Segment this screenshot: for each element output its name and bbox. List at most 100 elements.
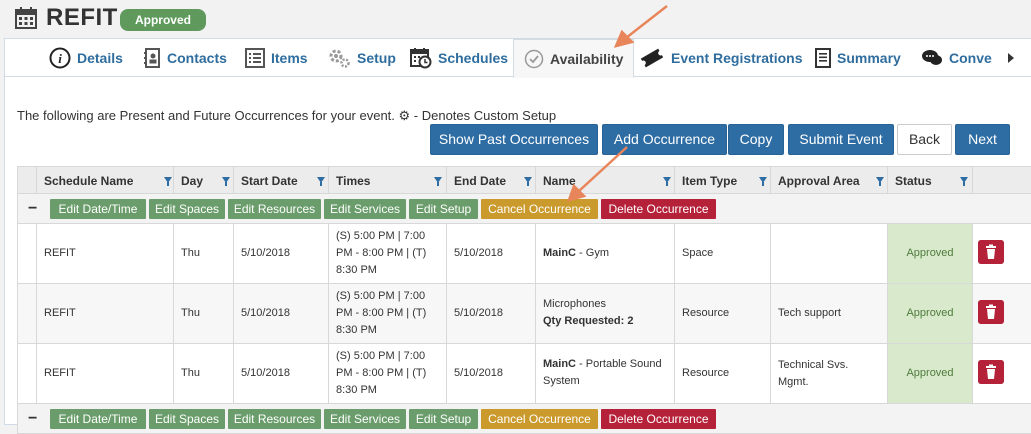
table-row[interactable]: REFIT Thu 5/10/2018 (S) 5:00 PM | 7:00 P… bbox=[17, 224, 1031, 284]
submit-event-button[interactable]: Submit Event bbox=[788, 124, 894, 155]
edit-spaces-button[interactable]: Edit Spaces bbox=[149, 199, 225, 219]
edit-services-button[interactable]: Edit Services bbox=[324, 409, 406, 429]
column-header-item-type[interactable]: Item Type bbox=[674, 167, 770, 195]
tab-conversations[interactable]: Conve bbox=[921, 39, 992, 77]
filter-icon[interactable] bbox=[317, 177, 325, 186]
info-text: The following are Present and Future Occ… bbox=[17, 108, 557, 123]
add-occurrence-button[interactable]: Add Occurrence bbox=[602, 124, 727, 155]
column-label: Schedule Name bbox=[44, 174, 134, 188]
filter-icon[interactable] bbox=[663, 177, 671, 186]
column-label: Day bbox=[181, 174, 204, 188]
column-header-name[interactable]: Name bbox=[535, 167, 674, 195]
approval-area-cell: Technical Svs. Mgmt. bbox=[770, 344, 887, 403]
column-label: Item Type bbox=[682, 174, 738, 188]
column-header-times[interactable]: Times bbox=[328, 167, 446, 195]
day-cell: Thu bbox=[173, 284, 233, 343]
back-button[interactable]: Back bbox=[897, 124, 952, 155]
check-circle-icon bbox=[524, 49, 544, 69]
copy-button[interactable]: Copy bbox=[728, 124, 784, 155]
filter-icon[interactable] bbox=[876, 177, 884, 186]
name-cell: MainC - Portable Sound System bbox=[535, 344, 674, 403]
collapse-icon[interactable]: − bbox=[28, 200, 37, 218]
column-header-schedule-name[interactable]: Schedule Name bbox=[36, 167, 173, 195]
status-cell: Approved bbox=[887, 284, 972, 343]
edit-date-time-button[interactable]: Edit Date/Time bbox=[50, 409, 146, 429]
event-panel: i Details Contacts Items Setup Schedules… bbox=[4, 38, 1031, 434]
delete-occurrence-button[interactable]: Delete Occurrence bbox=[601, 409, 716, 429]
contacts-icon bbox=[143, 48, 161, 68]
cancel-occurrence-button[interactable]: Cancel Occurrence bbox=[481, 409, 598, 429]
tab-availability[interactable]: Availability bbox=[513, 39, 635, 78]
approval-area-cell: Tech support bbox=[770, 284, 887, 343]
name-item: - Gym bbox=[576, 247, 609, 259]
column-header-start-date[interactable]: Start Date bbox=[233, 167, 328, 195]
group-action-bar: − Edit Date/Time Edit Spaces Edit Resour… bbox=[17, 194, 1031, 224]
column-header-day[interactable]: Day bbox=[173, 167, 233, 195]
filter-icon[interactable] bbox=[524, 177, 532, 186]
cancel-occurrence-button[interactable]: Cancel Occurrence bbox=[481, 199, 598, 219]
status-badge: Approved bbox=[120, 9, 206, 31]
info-icon: i bbox=[49, 47, 71, 69]
tab-label: Details bbox=[77, 50, 123, 66]
table-row[interactable]: REFIT Thu 5/10/2018 (S) 5:00 PM | 7:00 P… bbox=[17, 344, 1031, 404]
calendar-icon bbox=[15, 7, 37, 29]
trash-icon[interactable] bbox=[978, 240, 1004, 264]
start-date-cell: 5/10/2018 bbox=[233, 284, 328, 343]
gears-icon bbox=[327, 47, 351, 69]
delete-occurrence-button[interactable]: Delete Occurrence bbox=[601, 199, 716, 219]
status-cell: Approved bbox=[887, 224, 972, 283]
filter-icon[interactable] bbox=[434, 177, 442, 186]
tab-details[interactable]: i Details bbox=[49, 39, 123, 77]
trash-icon[interactable] bbox=[978, 300, 1004, 324]
group-action-bar-bottom: − Edit Date/Time Edit Spaces Edit Resour… bbox=[17, 404, 1031, 434]
page-title: REFIT bbox=[46, 4, 118, 31]
approval-area-cell bbox=[770, 224, 887, 283]
day-cell: Thu bbox=[173, 344, 233, 403]
name-location: MainC bbox=[543, 247, 576, 259]
column-label: Name bbox=[543, 174, 576, 188]
edit-resources-button[interactable]: Edit Resources bbox=[228, 409, 321, 429]
tab-contacts[interactable]: Contacts bbox=[143, 39, 227, 77]
end-date-cell: 5/10/2018 bbox=[446, 224, 535, 283]
edit-date-time-button[interactable]: Edit Date/Time bbox=[50, 199, 146, 219]
schedule-name-cell: REFIT bbox=[36, 224, 173, 283]
tab-label: Conve bbox=[949, 50, 992, 66]
edit-setup-button[interactable]: Edit Setup bbox=[409, 409, 478, 429]
edit-services-button[interactable]: Edit Services bbox=[324, 199, 406, 219]
ticket-icon bbox=[639, 47, 665, 69]
status-cell: Approved bbox=[887, 344, 972, 403]
svg-text:i: i bbox=[58, 51, 62, 66]
table-row[interactable]: REFIT Thu 5/10/2018 (S) 5:00 PM | 7:00 P… bbox=[17, 284, 1031, 344]
filter-icon[interactable] bbox=[164, 177, 172, 186]
column-label: Status bbox=[895, 174, 932, 188]
item-type-cell: Space bbox=[674, 224, 770, 283]
collapse-icon[interactable]: − bbox=[28, 410, 37, 428]
tab-schedules[interactable]: Schedules bbox=[410, 39, 508, 77]
tab-scroll-right-icon[interactable] bbox=[1008, 53, 1014, 63]
show-past-occurrences-button[interactable]: Show Past Occurrences bbox=[430, 124, 598, 155]
tab-label: Items bbox=[271, 50, 308, 66]
tab-label: Setup bbox=[357, 50, 396, 66]
next-button[interactable]: Next bbox=[955, 124, 1010, 155]
tab-summary[interactable]: Summary bbox=[815, 39, 901, 77]
filter-icon[interactable] bbox=[222, 177, 230, 186]
tab-items[interactable]: Items bbox=[245, 39, 308, 77]
tab-setup[interactable]: Setup bbox=[327, 39, 396, 77]
column-header-approval-area[interactable]: Approval Area bbox=[770, 167, 887, 195]
edit-spaces-button[interactable]: Edit Spaces bbox=[149, 409, 225, 429]
edit-resources-button[interactable]: Edit Resources bbox=[228, 199, 321, 219]
filter-icon[interactable] bbox=[759, 177, 767, 186]
tab-label: Summary bbox=[837, 50, 901, 66]
column-label: Start Date bbox=[241, 174, 298, 188]
filter-icon[interactable] bbox=[960, 177, 968, 186]
tab-event-registrations[interactable]: Event Registrations bbox=[639, 39, 802, 77]
trash-icon[interactable] bbox=[978, 360, 1004, 384]
column-label: End Date bbox=[454, 174, 507, 188]
start-date-cell: 5/10/2018 bbox=[233, 224, 328, 283]
column-header-actions bbox=[972, 167, 1031, 195]
start-date-cell: 5/10/2018 bbox=[233, 344, 328, 403]
column-header-status[interactable]: Status bbox=[887, 167, 972, 195]
column-header-end-date[interactable]: End Date bbox=[446, 167, 535, 195]
edit-setup-button[interactable]: Edit Setup bbox=[409, 199, 478, 219]
times-cell: (S) 5:00 PM | 7:00 PM - 8:00 PM | (T) 8:… bbox=[328, 284, 446, 343]
